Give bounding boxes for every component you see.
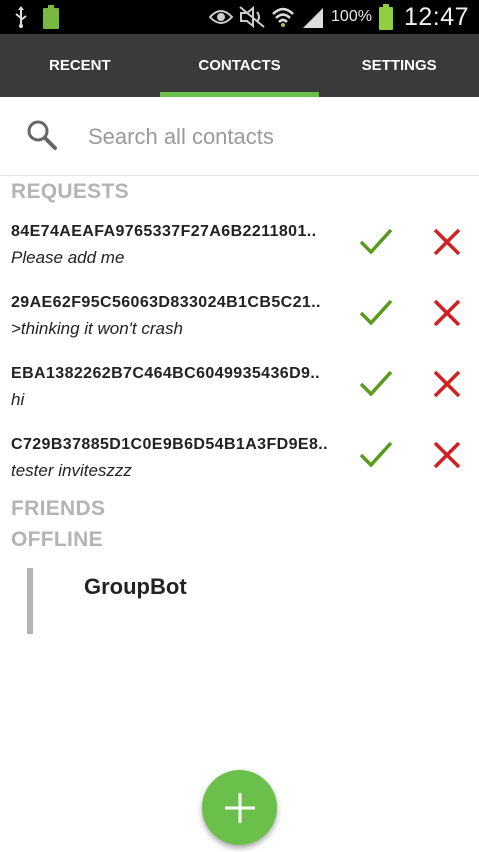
request-message: Please add me: [11, 248, 125, 267]
request-message: tester inviteszzz: [11, 461, 132, 480]
requests-header: REQUESTS: [11, 180, 129, 203]
battery-percent: 100%: [331, 8, 372, 25]
status-bar: 100% 12:47: [0, 0, 479, 34]
eye-icon: [209, 9, 234, 25]
friend-name: GroupBot: [84, 574, 187, 599]
signal-icon: [301, 6, 325, 28]
reject-close-icon[interactable]: [432, 369, 462, 399]
request-id: EBA1382262B7C464BC6049935436D9..: [11, 365, 321, 382]
plus-icon: [223, 791, 257, 825]
search-bar: [0, 97, 479, 176]
search-input[interactable]: [88, 117, 458, 157]
add-contact-button[interactable]: [202, 770, 277, 845]
offline-header: OFFLINE: [11, 528, 103, 551]
request-message: >thinking it won't crash: [11, 319, 183, 338]
tab-settings[interactable]: SETTINGS: [319, 34, 479, 97]
reject-close-icon[interactable]: [432, 298, 462, 328]
friends-header: FRIENDS: [11, 497, 106, 520]
mute-icon: [239, 6, 265, 28]
accept-check-icon[interactable]: [358, 296, 394, 328]
tab-bar: RECENT CONTACTS SETTINGS: [0, 34, 479, 97]
friend-item[interactable]: GroupBot: [0, 566, 479, 636]
request-id: 29AE62F95C56063D833024B1CB5C21..: [11, 294, 321, 311]
reject-close-icon[interactable]: [432, 440, 462, 470]
request-message: hi: [11, 390, 25, 409]
accept-check-icon[interactable]: [358, 438, 394, 470]
status-indicator: [27, 568, 33, 634]
search-icon[interactable]: [26, 119, 58, 151]
battery-full-icon: [42, 5, 60, 29]
wifi-icon: [271, 6, 295, 28]
battery-icon: [378, 4, 394, 30]
tab-contacts[interactable]: CONTACTS: [159, 34, 320, 97]
request-id: 84E74AEAFA9765337F27A6B2211801..: [11, 223, 317, 240]
request-item[interactable]: EBA1382262B7C464BC6049935436D9.. hi: [0, 365, 479, 436]
request-item[interactable]: 29AE62F95C56063D833024B1CB5C21.. >thinki…: [0, 294, 479, 365]
accept-check-icon[interactable]: [358, 367, 394, 399]
clock: 12:47: [403, 2, 469, 31]
reject-close-icon[interactable]: [432, 227, 462, 257]
usb-icon: [14, 6, 28, 28]
accept-check-icon[interactable]: [358, 225, 394, 257]
request-id: C729B37885D1C0E9B6D54B1A3FD9E8..: [11, 436, 328, 453]
tab-recent[interactable]: RECENT: [0, 34, 160, 97]
request-item[interactable]: 84E74AEAFA9765337F27A6B2211801.. Please …: [0, 223, 479, 294]
